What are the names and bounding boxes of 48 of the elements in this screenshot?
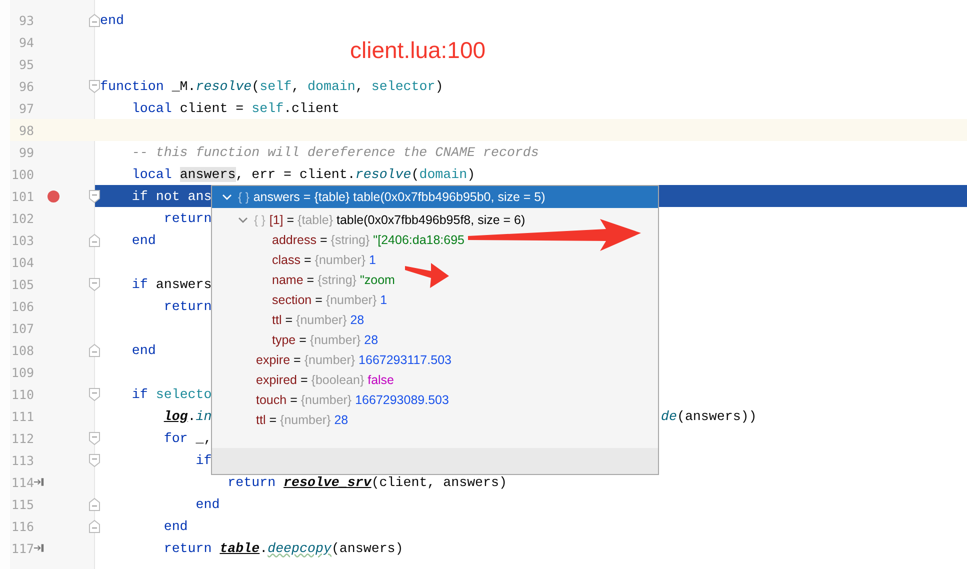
table-icon: { } — [254, 213, 266, 227]
code-line: -- this function will dereference the CNAME records — [130, 144, 539, 160]
line-number: 93 — [18, 12, 34, 28]
annotation-text: client.lua:100 — [350, 37, 486, 64]
line-number: 97 — [18, 100, 34, 116]
table-icon: { } — [238, 190, 250, 204]
line-number: 115 — [10, 496, 34, 512]
code-line: de(answers)) — [661, 408, 757, 424]
code-line: end — [194, 496, 220, 512]
line-number: 96 — [18, 78, 34, 94]
line-number: 94 — [18, 34, 34, 50]
line-number: 105 — [10, 276, 34, 292]
code-line: return — [162, 210, 212, 226]
line-number: 112 — [10, 430, 34, 446]
code-line: for _, — [162, 430, 212, 446]
code-line: end — [162, 518, 188, 534]
line-number: 100 — [10, 166, 34, 182]
line-number: 99 — [18, 144, 34, 160]
code-line: log.in — [162, 408, 212, 424]
line-number: 110 — [10, 386, 34, 402]
code-line: if — [194, 452, 212, 468]
line-number: 98 — [18, 122, 34, 138]
code-line: return — [162, 298, 212, 314]
code-line: end — [130, 342, 156, 358]
code-line: if not ans — [130, 188, 212, 204]
code-line: function _M.resolve(self, domain, selector) — [100, 78, 444, 94]
line-number: 117 — [10, 540, 34, 556]
line-number: 109 — [10, 364, 34, 380]
line-number: 107 — [10, 320, 34, 336]
line-number: 108 — [10, 342, 34, 358]
line-number: 106 — [10, 298, 34, 314]
line-number: 116 — [10, 518, 34, 534]
code-line: local client = self.client — [130, 100, 340, 116]
line-number: 113 — [10, 452, 34, 468]
code-line: if selecto — [130, 386, 212, 402]
code-line: end — [100, 12, 124, 28]
code-line: if answers — [130, 276, 212, 292]
line-number: 111 — [10, 408, 34, 424]
line-number: 95 — [18, 56, 34, 72]
line-number: 101 — [10, 188, 34, 204]
code-line: end — [130, 232, 156, 248]
code-line: return table.deepcopy(answers) — [162, 540, 404, 556]
line-number: 103 — [10, 232, 34, 248]
code-line: return resolve_srv(client, answers) — [226, 474, 507, 490]
line-number: 102 — [10, 210, 34, 226]
line-number: 114 — [10, 474, 34, 490]
code-line: local answers, err = client.resolve(domain) — [130, 166, 476, 182]
line-number: 104 — [10, 254, 34, 270]
